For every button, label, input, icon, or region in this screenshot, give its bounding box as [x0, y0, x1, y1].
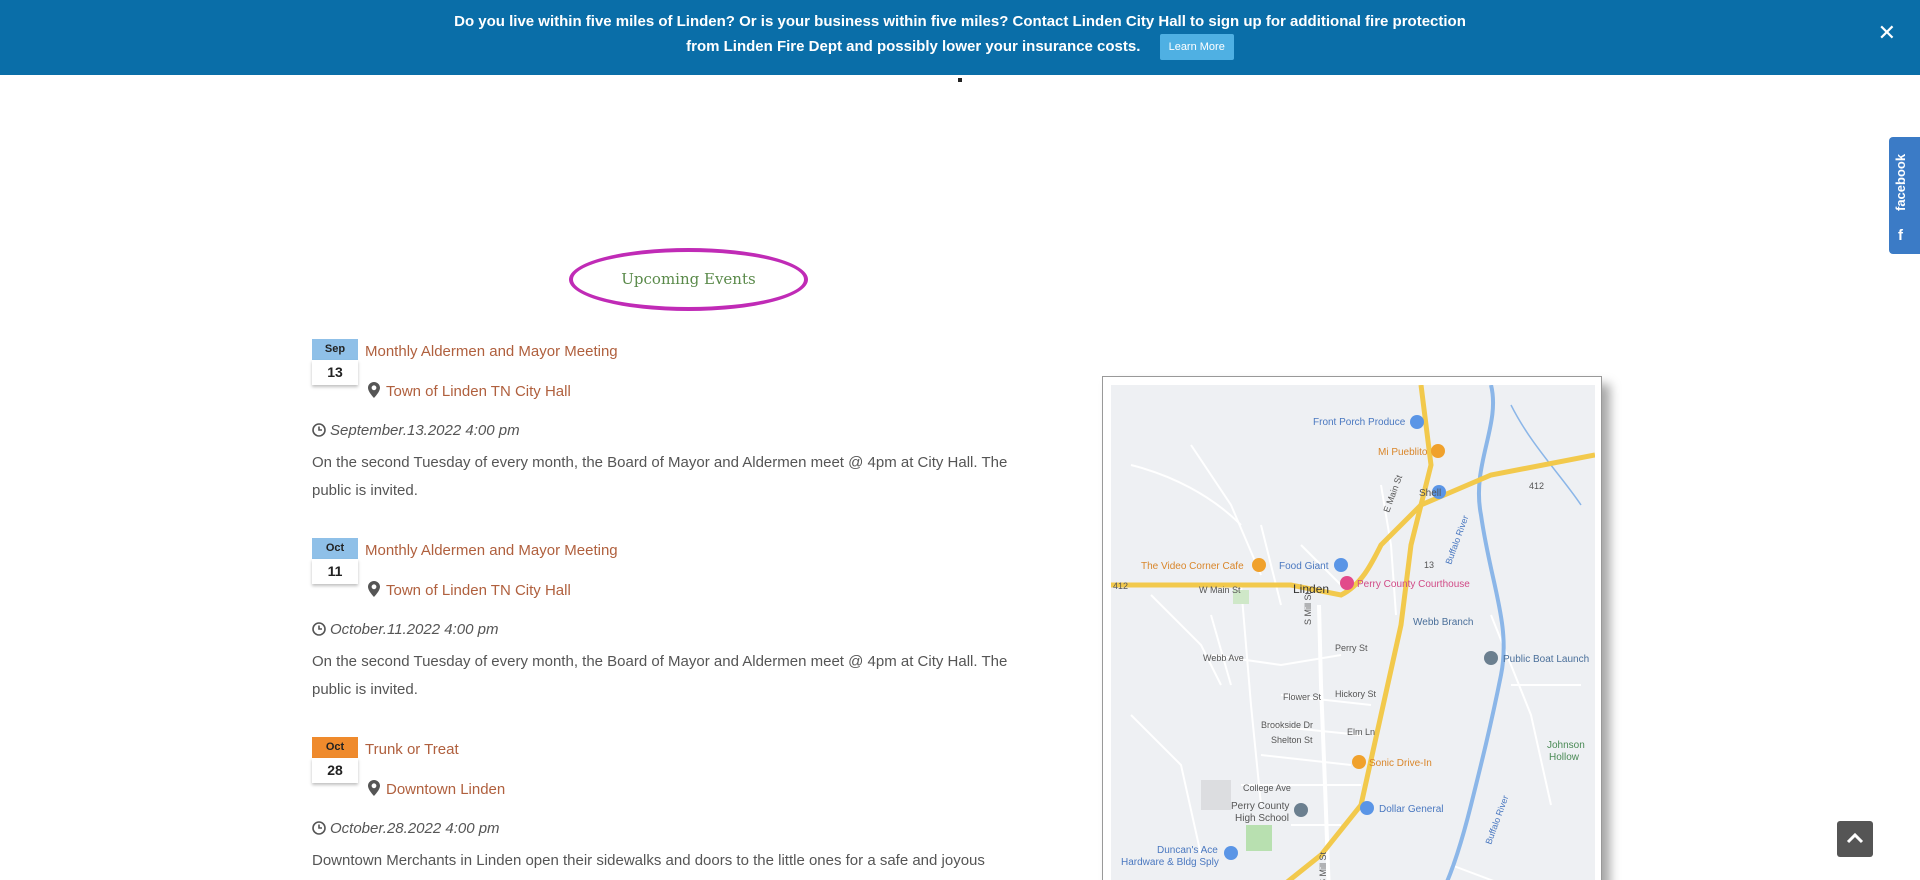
street-label: W Main St: [1199, 585, 1241, 595]
clock-icon: [312, 423, 326, 437]
map-frame: Front Porch Produce Mi Pueblito Shell Th…: [1102, 376, 1602, 880]
street-label: Flower St: [1283, 692, 1322, 702]
event-location[interactable]: Town of Linden TN City Hall: [368, 382, 571, 400]
event-time-text: October.11.2022 4:00 pm: [330, 621, 499, 638]
map-label: Sonic Drive-In: [1369, 758, 1432, 769]
route-label: 13: [1424, 560, 1434, 570]
event-time-text: October.28.2022 4:00 pm: [330, 820, 500, 837]
street-label: E Main St: [1381, 473, 1404, 514]
event-time: September.13.2022 4:00 pm: [312, 422, 520, 439]
upcoming-events-heading: Upcoming Events: [621, 270, 756, 288]
event-month: Oct: [312, 737, 358, 758]
clock-icon: [312, 622, 326, 636]
event-title-link[interactable]: Monthly Aldermen and Mayor Meeting: [365, 542, 618, 559]
map-label: The Video Corner Cafe: [1141, 561, 1244, 572]
map-label: Food Giant: [1279, 561, 1329, 572]
event-time: October.11.2022 4:00 pm: [312, 621, 498, 638]
facebook-icon: f: [1898, 227, 1903, 244]
map-label: Johnson: [1547, 740, 1585, 751]
street-label: College Ave: [1243, 783, 1291, 793]
event-location[interactable]: Downtown Linden: [368, 780, 505, 798]
facebook-label: facebook: [1893, 153, 1908, 211]
route-label: 412: [1529, 481, 1544, 491]
event-month: Sep: [312, 339, 358, 360]
event-title-link[interactable]: Monthly Aldermen and Mayor Meeting: [365, 343, 618, 360]
event-description: Downtown Merchants in Linden open their …: [312, 852, 985, 869]
event-location-link[interactable]: Town of Linden TN City Hall: [386, 582, 571, 599]
street-label: Shelton St: [1271, 735, 1313, 745]
event-description: On the second Tuesday of every month, th…: [312, 653, 1008, 698]
event-day: 13: [312, 360, 358, 385]
street-label: Hickory St: [1335, 689, 1377, 699]
map-label: Mi Pueblito: [1378, 447, 1428, 458]
street-label: S Mill St: [1303, 591, 1313, 625]
map-label: Hollow: [1549, 752, 1580, 763]
banner-text-line2: from Linden Fire Dept and possibly lower…: [686, 38, 1141, 55]
event-title-link[interactable]: Trunk or Treat: [365, 741, 459, 758]
event-date-badge: Sep 13: [312, 339, 358, 385]
route-label: 412: [1113, 581, 1128, 591]
street-label: Buffalo River: [1483, 794, 1510, 846]
map-label: Perry County: [1231, 801, 1289, 812]
map-label: Dollar General: [1379, 804, 1443, 815]
event-location-link[interactable]: Downtown Linden: [386, 781, 505, 798]
map-label: Hardware & Bldg Sply: [1121, 857, 1219, 868]
map-label: Perry County Courthouse: [1357, 579, 1470, 590]
chevron-up-icon: [1846, 832, 1864, 844]
facebook-side-tab[interactable]: facebook f: [1889, 137, 1920, 254]
event-location-link[interactable]: Town of Linden TN City Hall: [386, 383, 571, 400]
street-label: Webb Ave: [1203, 653, 1244, 663]
decorative-dot: [958, 78, 962, 82]
event-location[interactable]: Town of Linden TN City Hall: [368, 581, 571, 599]
banner-text-line1: Do you live within five miles of Linden?…: [454, 13, 1466, 30]
event-description: On the second Tuesday of every month, th…: [312, 454, 1008, 499]
map-label: Shell: [1419, 488, 1441, 499]
learn-more-button[interactable]: Learn More: [1159, 34, 1234, 61]
street-label: S Mill St: [1318, 851, 1328, 880]
map-label: Public Boat Launch: [1503, 654, 1589, 665]
close-banner-icon[interactable]: ✕: [1878, 20, 1896, 45]
event-day: 11: [312, 559, 358, 584]
map-label: Webb Branch: [1413, 617, 1473, 628]
event-time: October.28.2022 4:00 pm: [312, 820, 500, 837]
event-day: 28: [312, 758, 358, 783]
event-date-badge: Oct 28: [312, 737, 358, 783]
street-label: Perry St: [1335, 643, 1368, 653]
street-label: Brookside Dr: [1261, 720, 1313, 730]
map-pin-icon: [368, 581, 380, 597]
notice-banner: Do you live within five miles of Linden?…: [0, 0, 1920, 75]
map-pin-icon: [368, 780, 380, 796]
map-label: Duncan's Ace: [1157, 845, 1218, 856]
linden-map[interactable]: Front Porch Produce Mi Pueblito Shell Th…: [1111, 385, 1595, 880]
clock-icon: [312, 821, 326, 835]
scroll-to-top-button[interactable]: [1837, 821, 1873, 857]
event-month: Oct: [312, 538, 358, 559]
map-pin-icon: [368, 382, 380, 398]
street-label: Elm Ln: [1347, 727, 1375, 737]
street-label: Buffalo River: [1443, 514, 1470, 566]
event-time-text: September.13.2022 4:00 pm: [330, 422, 520, 439]
event-date-badge: Oct 11: [312, 538, 358, 584]
map-label: Front Porch Produce: [1313, 417, 1406, 428]
map-label: High School: [1235, 813, 1289, 824]
